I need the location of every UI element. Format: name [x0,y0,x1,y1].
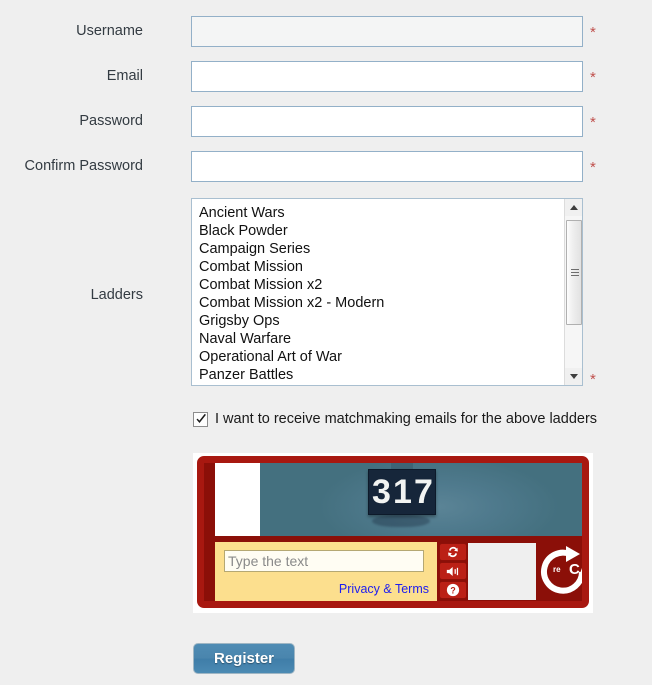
captcha-digit-1: 3 [372,473,391,511]
recaptcha-logo: re CAPTC [540,542,589,601]
ladder-option[interactable]: Operational Art of War [199,348,563,366]
recaptcha-audio-button[interactable] [439,562,467,580]
captcha-digit-3: 7 [414,473,433,511]
username-input[interactable] [191,16,583,47]
ladders-label: Ladders [90,287,143,303]
confirm-password-label: Confirm Password [24,158,143,174]
ladder-option[interactable]: Naval Warfare [199,330,563,348]
captcha-challenge-image: 3 1 7 [260,463,582,536]
recaptcha-input-panel: Privacy & Terms [215,542,437,601]
recaptcha-spacer-panel [468,543,536,600]
password-input[interactable] [191,106,583,137]
privacy-terms-link[interactable]: Privacy & Terms [339,582,429,596]
recaptcha-help-button[interactable]: ? [439,581,467,599]
ladders-listbox[interactable]: Ancient Wars Black Powder Campaign Series C… [191,198,583,386]
recaptcha-widget: 3 1 7 Privacy & Terms [193,453,593,613]
recaptcha-refresh-button[interactable] [439,543,467,561]
ladders-scrollbar[interactable] [564,199,582,385]
username-label: Username [76,23,143,39]
svg-text:?: ? [450,586,455,596]
ladder-option[interactable]: Campaign Series [199,240,563,258]
ladder-option[interactable]: Squad Battles [199,384,563,385]
ladders-required-mark: * [590,371,596,388]
ladder-option[interactable]: Combat Mission x2 [199,276,563,294]
scroll-up-arrow-icon[interactable] [565,199,582,216]
scroll-down-arrow-icon[interactable] [565,368,582,385]
sign-shadow [372,515,430,527]
password-label: Password [79,113,143,129]
ladder-option[interactable]: Grigsby Ops [199,312,563,330]
email-input[interactable] [191,61,583,92]
ladders-option-list[interactable]: Ancient Wars Black Powder Campaign Series C… [192,199,563,385]
confirm-password-required-mark: * [590,159,596,176]
captcha-response-input[interactable] [224,550,424,572]
email-label: Email [106,68,143,84]
confirm-password-input[interactable] [191,151,583,182]
recaptcha-controls: Privacy & Terms [215,542,582,601]
checkmark-icon [196,414,206,423]
recaptcha-brand-name: CAPTC [569,561,589,578]
registration-form-page: Username * Email * Password * Confirm Pa… [0,0,652,685]
house-number-plate: 3 1 7 [368,469,436,515]
recaptcha-button-column: ? [439,542,467,601]
captcha-digit-2: 1 [393,473,412,511]
matchmaking-emails-label: I want to receive matchmaking emails for… [215,411,598,427]
ladder-option[interactable]: Panzer Battles [199,366,563,384]
refresh-icon [448,546,458,558]
email-required-mark: * [590,69,596,86]
password-required-mark: * [590,114,596,131]
recaptcha-frame: 3 1 7 Privacy & Terms [197,456,589,608]
ladder-option[interactable]: Combat Mission [199,258,563,276]
matchmaking-emails-checkbox[interactable] [193,412,208,427]
recaptcha-brand-re: re [553,565,561,574]
ladder-option[interactable]: Black Powder [199,222,563,240]
scrollbar-thumb[interactable] [566,220,582,325]
username-required-mark: * [590,24,596,41]
register-button[interactable]: Register [193,643,295,674]
speaker-icon [446,566,458,576]
ladder-option[interactable]: Combat Mission x2 - Modern [199,294,563,312]
recaptcha-image-area: 3 1 7 [215,463,582,536]
scrollbar-grip-icon [571,269,579,276]
help-icon: ? [446,583,460,597]
ladder-option[interactable]: Ancient Wars [199,204,563,222]
